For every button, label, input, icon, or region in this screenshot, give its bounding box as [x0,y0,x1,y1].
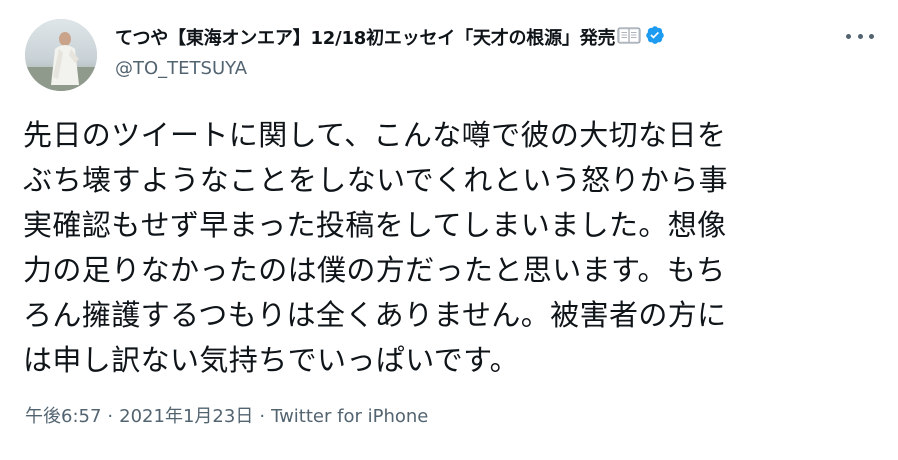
tweet-text-line: 力の足りなかったのは僕の方だったと思います。もち [23,253,726,287]
more-options-icon[interactable] [846,26,874,46]
tweet-date[interactable]: 2021年1月23日 [119,406,253,427]
tweet-text-line: 先日のツイートに関して、こんな噂で彼の大切な日を [23,118,727,152]
more-dot [846,33,851,39]
user-handle[interactable]: @TO_TETSUYA [115,56,815,82]
tweet-text-line: は申し訳ない気持ちでいっぱいです。 [23,343,520,377]
display-name[interactable]: てつや【東海オンエア】12/18初エッセイ「天才の根源」発売 [115,24,616,50]
meta-separator: · [259,406,266,427]
tweet-text: 先日のツイートに関して、こんな噂で彼の大切な日を ぶち壊すようなことをしないでく… [23,113,873,383]
meta-separator: · [107,406,114,427]
verified-badge-icon [645,25,665,49]
tweet-text-line: ぶち壊すようなことをしないでくれという怒りから事 [23,163,729,197]
open-book-icon [617,25,641,49]
tweet-card: てつや【東海オンエア】12/18初エッセイ「天才の根源」発売 @TO_TETSU… [0,0,898,460]
tweet-metadata: 午後6:57 · 2021年1月23日 · Twitter for iPhone [25,404,428,430]
tweet-text-line: ろん擁護するつもりは全くありません。被害者の方に [23,298,727,332]
avatar[interactable] [25,19,97,91]
tweet-header: てつや【東海オンエア】12/18初エッセイ「天才の根源」発売 @TO_TETSU… [115,22,815,82]
tweet-time[interactable]: 午後6:57 [25,406,101,427]
more-dot [857,33,863,39]
tweet-source-link[interactable]: Twitter for iPhone [271,406,428,427]
more-dot [869,33,874,39]
tweet-text-line: 実確認もせず早まった投稿をしてしまいました。想像 [23,208,727,242]
name-row: てつや【東海オンエア】12/18初エッセイ「天才の根源」発売 [115,22,815,52]
